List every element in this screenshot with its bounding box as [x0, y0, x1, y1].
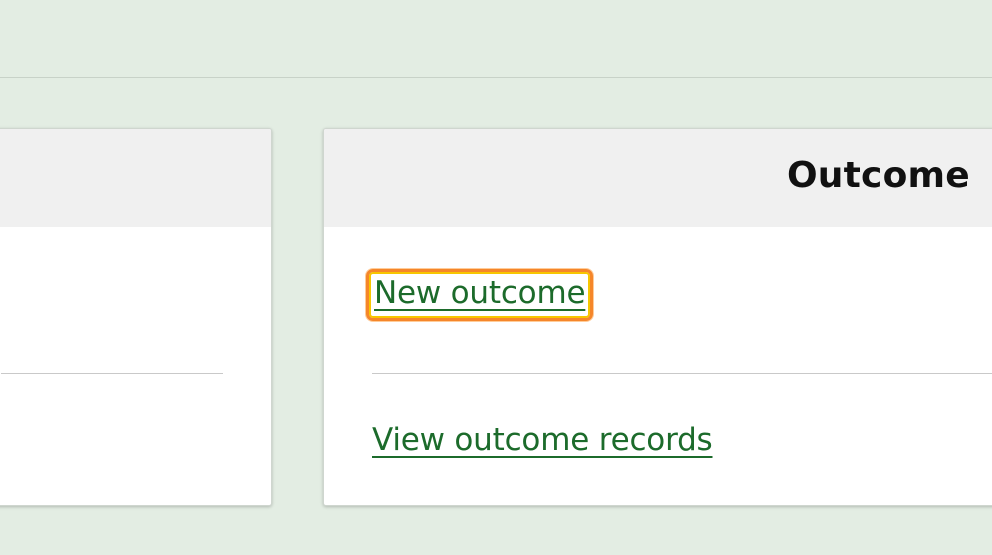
left-card-header — [0, 129, 271, 227]
view-outcome-records-link[interactable]: View outcome records — [372, 422, 713, 459]
outcome-card-divider — [372, 373, 992, 374]
new-outcome-link[interactable]: New outcome — [366, 269, 594, 321]
top-banner — [0, 0, 992, 78]
outcome-card-title: Outcome — [787, 155, 970, 196]
left-card-divider — [1, 373, 223, 374]
outcome-card-header: Outcome — [324, 129, 992, 227]
outcome-card: Outcome New outcome View outcome records — [323, 128, 992, 506]
left-card — [0, 128, 272, 506]
